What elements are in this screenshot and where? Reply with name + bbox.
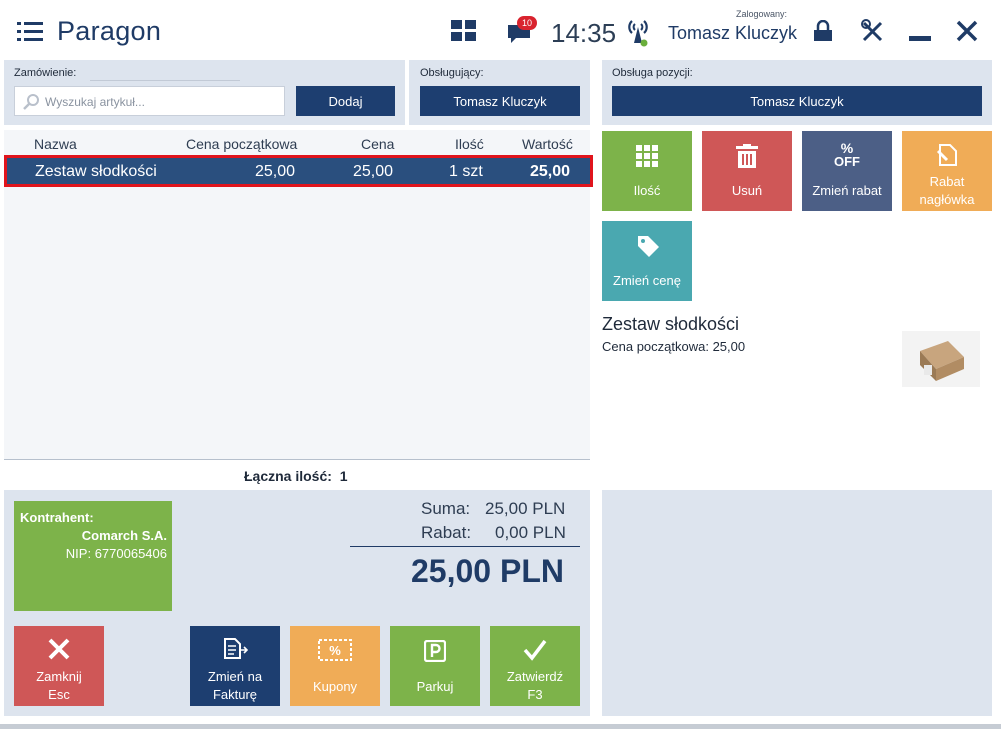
quantity-tile[interactable]: Ilość [602, 131, 692, 211]
add-button[interactable]: Dodaj [296, 86, 395, 116]
app-title: Paragon [57, 16, 162, 46]
column-header-initial-price[interactable]: Cena początkowa [186, 136, 297, 152]
delete-tile-label: Usuń [731, 183, 763, 198]
discount-label: Rabat: [421, 523, 472, 542]
row-initial-price: 25,00 [255, 163, 296, 180]
search-icon [23, 94, 39, 110]
column-header-qty[interactable]: Ilość [455, 136, 484, 152]
confirm-tile[interactable]: Zatwierdź F3 [490, 626, 580, 706]
minimize-icon[interactable] [909, 36, 931, 41]
column-header-price[interactable]: Cena [361, 136, 394, 152]
clock: 14:35 [551, 18, 617, 48]
change-price-tile[interactable]: Zmień cenę [602, 221, 692, 301]
keypad-icon [636, 145, 658, 167]
table-row[interactable]: Zestaw słodkości 25,00 25,00 1 szt 25,00 [4, 155, 593, 187]
grand-total: 25,00 PLN [411, 553, 564, 589]
position-handler-button[interactable]: Tomasz Kluczyk [612, 86, 982, 116]
logged-in-label: Zalogowany: [736, 9, 788, 19]
trash-icon [736, 144, 758, 168]
checkmark-icon [523, 639, 547, 661]
bottom-edge [0, 724, 1001, 729]
close-icon[interactable] [956, 20, 978, 42]
park-tile[interactable]: Parkuj [390, 626, 480, 706]
order-label: Zamówienie: [14, 67, 77, 79]
confirm-tile-label-line1: Zatwierdź [506, 669, 564, 684]
coupons-tile[interactable]: % Kupony [290, 626, 380, 706]
percent-off-icon: % OFF [802, 141, 892, 169]
tools-icon[interactable] [860, 19, 885, 44]
row-name: Zestaw słodkości [35, 163, 157, 180]
close-tile-label-line2: Esc [48, 687, 70, 702]
contractor-tile[interactable]: Kontrahent: Comarch S.A. NIP: 6770065406 [14, 501, 172, 611]
row-qty: 1 szt [449, 163, 483, 180]
park-tile-label: Parkuj [416, 679, 454, 694]
detail-initial-price: Cena początkowa: 25,00 [602, 339, 746, 354]
total-quantity: Łączna ilość: 1 [244, 468, 348, 484]
total-quantity-value: 1 [339, 468, 348, 484]
column-header-name[interactable]: Nazwa [34, 136, 77, 152]
close-tile-label-line1: Zamknij [36, 669, 82, 684]
lock-icon[interactable] [812, 20, 834, 42]
search-input[interactable] [45, 92, 275, 112]
search-field[interactable] [14, 86, 285, 116]
close-tile[interactable]: Zamknij Esc [14, 626, 104, 706]
contractor-nip: NIP: 6770065406 [65, 546, 167, 561]
close-x-icon [48, 638, 70, 660]
invoice-tile-label-line2: Fakturę [212, 687, 258, 702]
change-to-invoice-tile[interactable]: Zmień na Fakturę [190, 626, 280, 706]
position-handler-label: Obsługa pozycji: [612, 67, 693, 79]
change-price-tile-label: Zmień cenę [613, 273, 681, 288]
connection-status-icon[interactable] [624, 17, 652, 47]
change-discount-tile-label: Zmień rabat [812, 183, 882, 198]
hamburger-menu-icon[interactable] [17, 21, 43, 43]
right-bottom-panel [602, 490, 992, 716]
invoice-tile-label-line1: Zmień na [207, 669, 263, 684]
order-underline [90, 80, 240, 81]
row-value: 25,00 [530, 163, 571, 180]
sum-divider [350, 546, 580, 547]
change-discount-tile[interactable]: % OFF Zmień rabat [802, 131, 892, 211]
product-thumbnail [902, 331, 980, 387]
quantity-tile-label: Ilość [633, 183, 661, 198]
dashboard-tiles-icon[interactable] [451, 20, 476, 41]
parking-icon [424, 640, 446, 662]
cashier-button[interactable]: Tomasz Kluczyk [420, 86, 580, 116]
row-price: 25,00 [353, 163, 394, 180]
header-discount-label-line1: Rabat [929, 174, 965, 189]
off-text: OFF [834, 154, 860, 169]
coupon-icon: % [318, 639, 352, 661]
delete-tile[interactable]: Usuń [702, 131, 792, 211]
price-tag-icon [638, 236, 659, 257]
contractor-name: Comarch S.A. [81, 528, 167, 543]
logged-user-name[interactable]: Tomasz Kluczyk [668, 23, 797, 44]
header-discount-tile[interactable]: Rabat nagłówka [902, 131, 992, 211]
pos-window: Paragon 10 14:35 Zalogowany: Tomasz Kluc… [0, 0, 1001, 729]
list-divider [4, 459, 590, 460]
column-header-value[interactable]: Wartość [522, 136, 573, 152]
box-image-icon [920, 341, 964, 381]
svg-text:%: % [329, 643, 341, 658]
top-bar: Paragon 10 14:35 Zalogowany: Tomasz Kluc… [0, 0, 1001, 62]
sum-label: Suma: [421, 499, 471, 518]
detail-product-name: Zestaw słodkości [602, 314, 740, 334]
header-discount-label-line2: nagłówka [919, 192, 975, 207]
contractor-label: Kontrahent: [20, 510, 94, 525]
discount-value: 0,00 PLN [495, 523, 566, 542]
notification-badge: 10 [517, 16, 537, 30]
document-edit-icon [936, 144, 957, 166]
confirm-tile-label-line2: F3 [527, 687, 543, 702]
cashier-label: Obsługujący: [420, 67, 484, 79]
invoice-icon [224, 638, 248, 659]
total-quantity-label: Łączna ilość: [244, 468, 332, 484]
coupons-tile-label: Kupony [312, 679, 358, 694]
sum-value: 25,00 PLN [485, 499, 566, 518]
